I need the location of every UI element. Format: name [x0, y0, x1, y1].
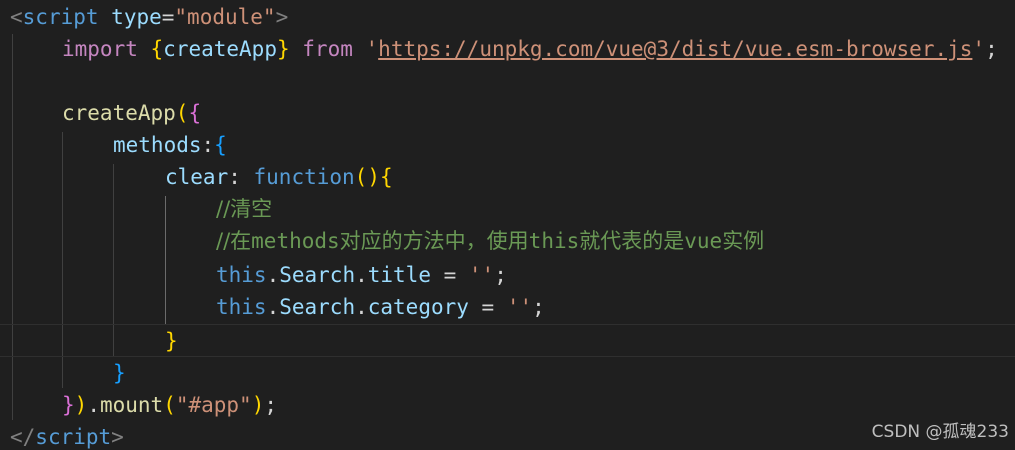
semicolon: ;: [264, 393, 278, 417]
object-name: Search: [279, 295, 356, 319]
keyword-import: import: [62, 37, 138, 61]
brace: }: [113, 361, 126, 385]
code-line-3[interactable]: [0, 65, 1015, 97]
watermark: CSDN @孤魂233: [871, 422, 1009, 442]
tag-bracket: </: [10, 425, 36, 449]
comment-part: methods: [251, 229, 340, 253]
property-key: methods: [113, 133, 202, 157]
colon: :: [201, 133, 215, 157]
comment-part: vue: [684, 229, 723, 253]
colon: :: [228, 165, 254, 189]
dot: .: [266, 263, 280, 287]
object-name: Search: [279, 263, 356, 287]
import-name: createApp: [163, 37, 277, 61]
code-line-8[interactable]: //在methods对应的方法中，使用this就代表的是vue实例: [0, 225, 1015, 257]
comment: //清空: [216, 197, 273, 221]
code-line-2[interactable]: import {createApp} from 'https://unpkg.c…: [0, 33, 1015, 65]
tag-bracket: >: [111, 425, 124, 449]
code-line-13[interactable]: }).mount("#app");: [0, 389, 1015, 421]
brace: }: [62, 393, 75, 417]
brace: {: [379, 165, 393, 189]
quote: ': [365, 37, 379, 61]
attr-equals: =: [161, 5, 175, 29]
code-line-4[interactable]: createApp({: [0, 97, 1015, 129]
dot: .: [355, 295, 368, 319]
keyword-from: from: [302, 37, 353, 61]
code-line-9[interactable]: this.Search.title = '';: [0, 259, 1015, 291]
string-literal: "#app": [175, 393, 252, 417]
dot: .: [355, 263, 368, 287]
comment-part: 对应的方法中，使用: [339, 229, 529, 253]
brace: {: [214, 133, 227, 157]
function-call: createApp: [62, 101, 176, 125]
paren: (: [175, 101, 189, 125]
code-editor[interactable]: <script type="module"> import {createApp…: [0, 0, 1015, 450]
code-line-6[interactable]: clear: function(){: [0, 161, 1015, 193]
paren: ): [251, 393, 265, 417]
attr-value: "module": [174, 5, 276, 29]
semicolon: ;: [532, 295, 545, 319]
property-name: category: [367, 295, 469, 319]
comment-part: //在: [216, 229, 252, 253]
string-literal: '': [468, 263, 495, 287]
semicolon: ;: [494, 263, 507, 287]
brace: }: [165, 329, 178, 353]
function-call: mount: [99, 393, 164, 417]
comment-part: 实例: [722, 229, 765, 253]
quote: ': [972, 37, 986, 61]
code-line-10[interactable]: this.Search.category = '';: [0, 291, 1015, 323]
code-line-7[interactable]: //清空: [0, 193, 1015, 225]
code-line-11[interactable]: }: [0, 324, 1015, 357]
semicolon: ;: [985, 37, 998, 61]
keyword-this: this: [216, 263, 267, 287]
code-line-14[interactable]: </script>: [0, 421, 1015, 450]
tag-bracket: >: [275, 5, 289, 29]
paren: ): [74, 393, 88, 417]
tag-bracket: <: [10, 5, 23, 29]
paren: (: [163, 393, 176, 417]
method-key: clear: [165, 165, 229, 189]
dot: .: [266, 295, 280, 319]
keyword-function: function: [253, 165, 355, 189]
tag-name: script: [22, 5, 99, 29]
property-name: title: [367, 263, 431, 287]
code-line-5[interactable]: methods:{: [0, 129, 1015, 161]
operator: =: [468, 295, 507, 319]
brace: {: [150, 37, 164, 61]
brace: }: [276, 37, 290, 61]
code-line-12[interactable]: }: [0, 357, 1015, 389]
attr-name: type: [111, 5, 162, 29]
comment-part: 就代表的是: [579, 229, 685, 253]
string-literal: '': [506, 295, 533, 319]
brace: {: [188, 101, 202, 125]
tag-name: script: [35, 425, 112, 449]
comment-part: this: [528, 229, 580, 253]
import-url-link[interactable]: https://unpkg.com/vue@3/dist/vue.esm-bro…: [378, 37, 972, 61]
dot: .: [87, 393, 100, 417]
keyword-this: this: [216, 295, 267, 319]
operator: =: [430, 263, 469, 287]
parens: (): [354, 165, 380, 189]
code-line-1[interactable]: <script type="module">: [0, 1, 1015, 33]
